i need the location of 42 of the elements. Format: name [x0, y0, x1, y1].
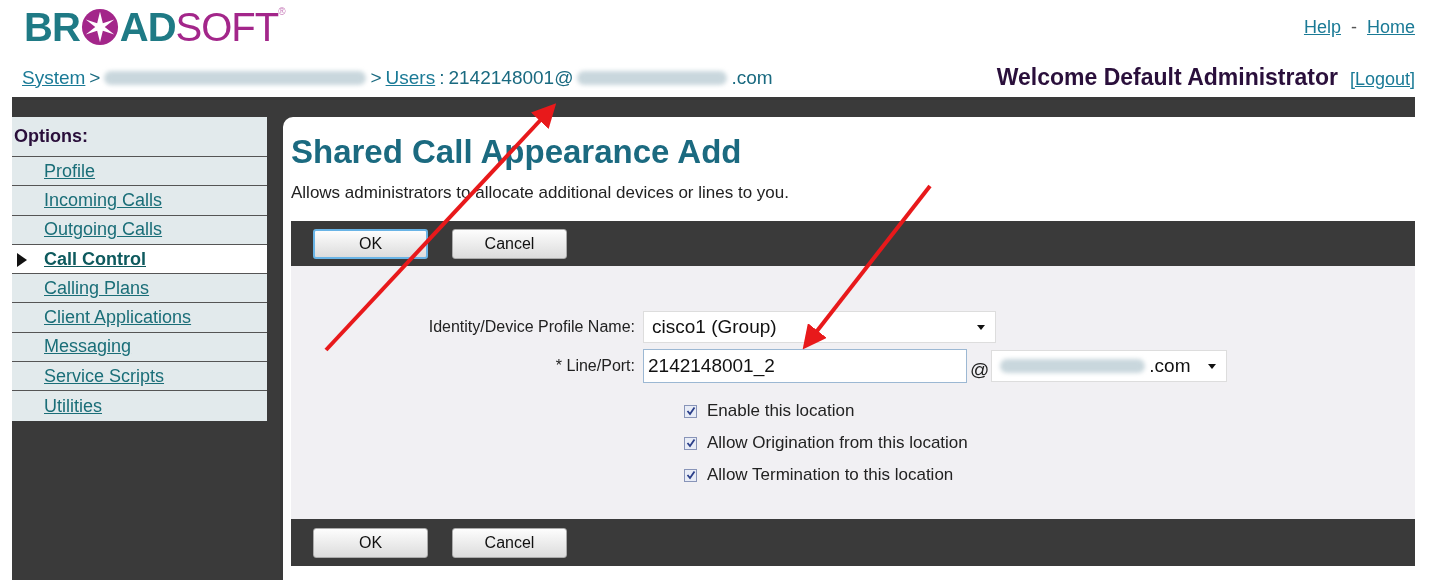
sidebar-item[interactable]: Utilities	[12, 391, 267, 421]
logout-link[interactable]: [Logout]	[1349, 69, 1415, 90]
sidebar-item[interactable]: Call Control	[12, 244, 267, 275]
sidebar-title: Options:	[12, 117, 267, 157]
breadcrumb-separator: >	[89, 66, 101, 89]
checkbox-label: Enable this location	[707, 401, 855, 421]
line-port-input[interactable]: 2142148001_2	[643, 349, 967, 383]
ok-button[interactable]: OK	[313, 527, 428, 558]
ok-button[interactable]: OK	[313, 228, 428, 259]
domain-select[interactable]: .com	[991, 350, 1228, 382]
checkbox[interactable]	[684, 468, 697, 482]
breadcrumb-text: 2142148001@	[448, 66, 574, 89]
sidebar-item[interactable]: Incoming Calls	[12, 186, 267, 216]
breadcrumb-separator: >	[370, 66, 382, 89]
sidebar-item[interactable]: Service Scripts	[12, 362, 267, 392]
sidebar-item[interactable]: Outgoing Calls	[12, 215, 267, 245]
profile-select[interactable]: cisco1 (Group)	[643, 311, 996, 343]
help-link[interactable]: Help	[1303, 17, 1341, 38]
breadcrumb-link[interactable]: Users	[385, 66, 436, 89]
sidebar-item[interactable]: Profile	[12, 157, 267, 187]
breadcrumb-text: .com	[731, 66, 773, 89]
home-link[interactable]: Home	[1367, 17, 1415, 38]
checkbox-label: Allow Termination to this location	[707, 465, 954, 485]
cancel-button[interactable]: Cancel	[452, 228, 567, 259]
field-label: Identity/Device Profile Name:	[427, 318, 636, 336]
breadcrumb-separator: :	[439, 66, 445, 89]
checkbox[interactable]	[684, 404, 697, 418]
brand-logo: BR ADSOFT$^{®}$	[24, 6, 285, 48]
cancel-button[interactable]: Cancel	[452, 527, 567, 558]
checkbox[interactable]	[684, 436, 697, 450]
at-sign: @	[970, 359, 990, 381]
link-separator: -	[1351, 17, 1357, 38]
sidebar-item[interactable]: Messaging	[12, 332, 267, 363]
field-label: * Line/Port:	[554, 357, 636, 375]
checkbox-label: Allow Origination from this location	[707, 433, 968, 453]
dropdown-icon	[977, 324, 985, 330]
pointer-icon	[17, 252, 27, 267]
sidebar-item[interactable]: Client Applications	[12, 303, 267, 333]
welcome-text: Welcome Default Administrator	[996, 64, 1338, 91]
dropdown-icon	[1208, 363, 1217, 369]
breadcrumb-link[interactable]: System	[22, 66, 86, 89]
sidebar-item[interactable]: Calling Plans	[12, 274, 267, 304]
